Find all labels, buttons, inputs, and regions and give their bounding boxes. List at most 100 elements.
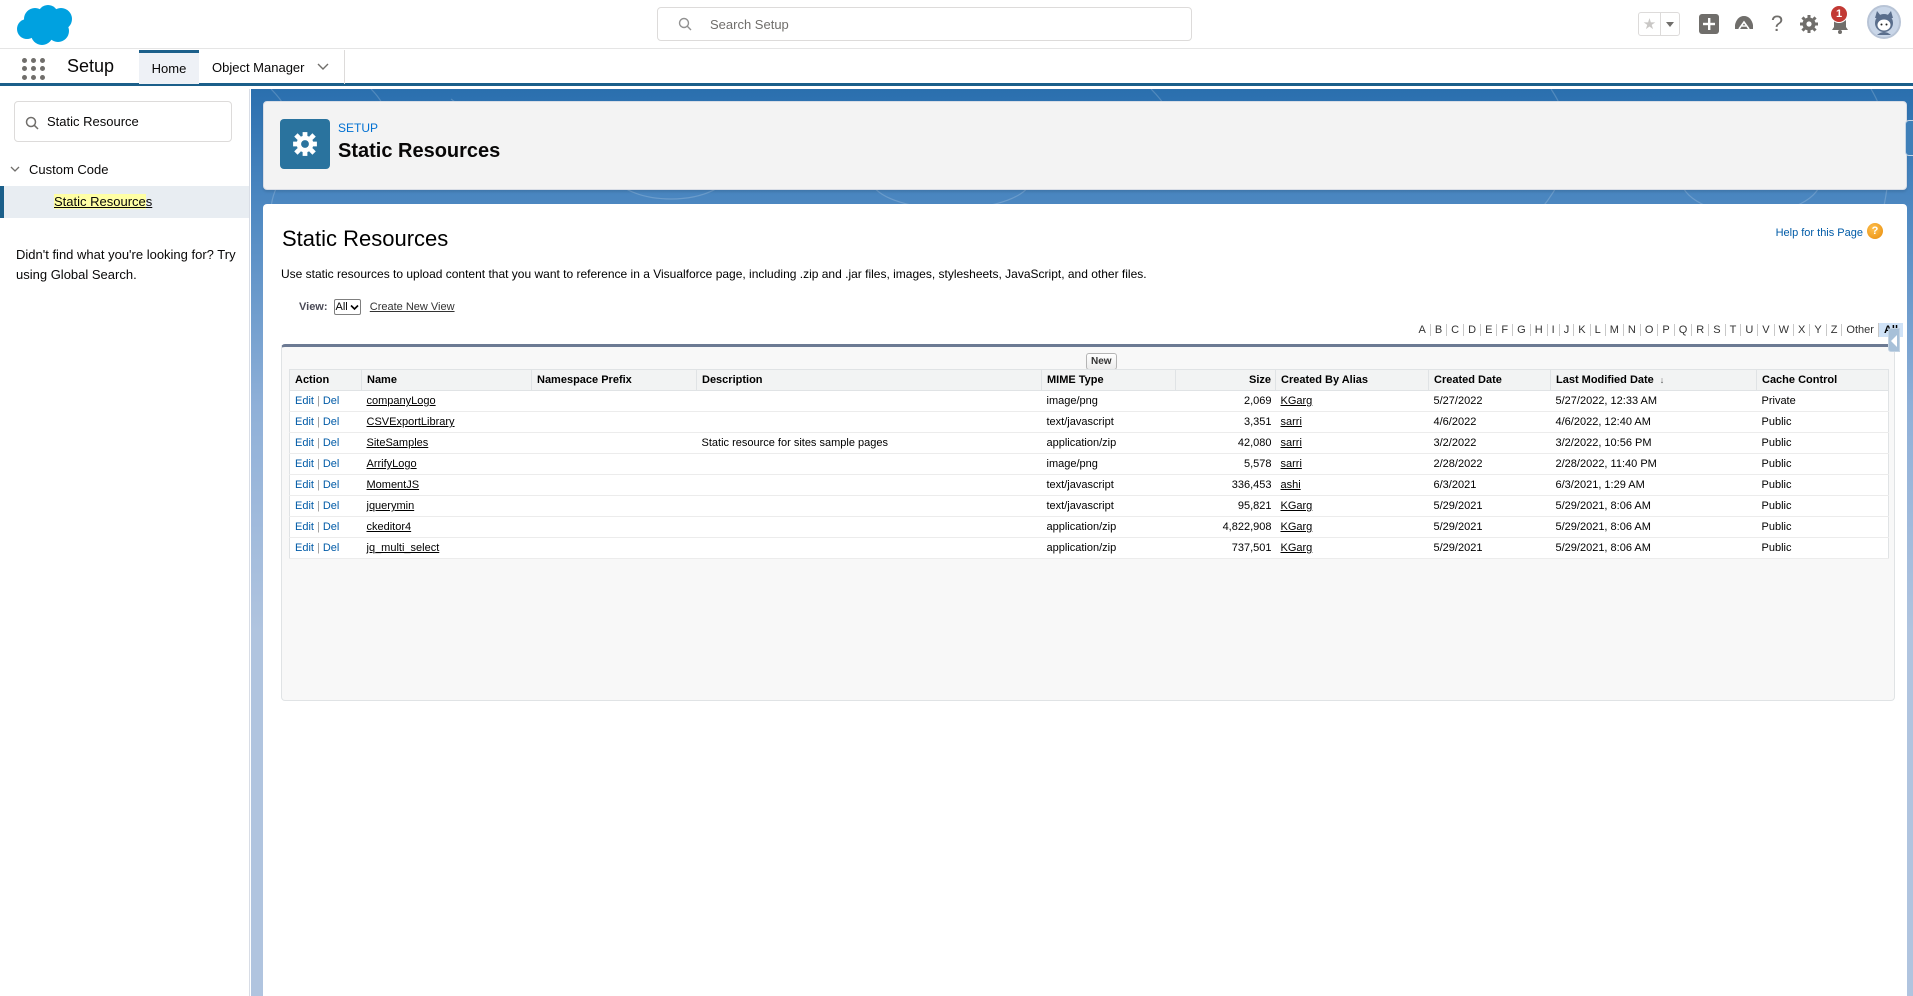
salesforce-logo[interactable] [15, 4, 75, 46]
col-mime-type[interactable]: MIME Type [1041, 369, 1176, 391]
resource-name-link[interactable]: jq_multi_select [367, 542, 440, 554]
trailhead-icon[interactable] [1732, 12, 1756, 36]
created-by-link[interactable]: KGarg [1281, 521, 1313, 533]
edit-link[interactable]: Edit [295, 458, 314, 470]
edit-link[interactable]: Edit [295, 479, 314, 491]
created-by-link[interactable]: sarri [1281, 458, 1302, 470]
alpha-filter-n[interactable]: N [1622, 324, 1640, 336]
del-link[interactable]: Del [323, 395, 340, 407]
del-link[interactable]: Del [323, 479, 340, 491]
created-by-link[interactable]: sarri [1281, 437, 1302, 449]
alpha-filter-c[interactable]: C [1446, 324, 1463, 336]
del-link[interactable]: Del [323, 500, 340, 512]
help-icon[interactable]: ? [1867, 223, 1883, 239]
alpha-filter-q[interactable]: Q [1673, 324, 1692, 336]
edit-link[interactable]: Edit [295, 500, 314, 512]
tab-home[interactable]: Home [139, 50, 199, 84]
chevron-down-icon[interactable] [317, 63, 329, 71]
alpha-filter-other[interactable]: Other [1841, 324, 1878, 336]
setup-gear-icon[interactable] [1797, 12, 1821, 36]
favorites-dropdown-icon[interactable] [1661, 13, 1679, 35]
view-select[interactable]: All [333, 299, 361, 315]
alpha-filter-s[interactable]: S [1708, 324, 1724, 336]
edit-link[interactable]: Edit [295, 542, 314, 554]
alpha-filter-r[interactable]: R [1691, 324, 1708, 336]
help-for-this-page-link[interactable]: Help for this Page [1776, 227, 1863, 239]
alpha-filter-t[interactable]: T [1724, 324, 1741, 336]
alpha-filter-x[interactable]: X [1793, 324, 1809, 336]
tree-item-static-resources-link[interactable]: Static Resources [54, 194, 152, 209]
col-cache-control[interactable]: Cache Control [1756, 369, 1889, 391]
edit-link[interactable]: Edit [295, 395, 314, 407]
alpha-filter-v[interactable]: V [1757, 324, 1773, 336]
created-by-link[interactable]: sarri [1281, 416, 1302, 428]
col-description[interactable]: Description [696, 369, 1042, 391]
create-new-view-link[interactable]: Create New View [370, 301, 455, 313]
tree-section-custom-code[interactable]: Custom Code [10, 162, 108, 177]
alpha-filter-y[interactable]: Y [1809, 324, 1825, 336]
global-search[interactable] [657, 7, 1192, 41]
namespace-cell [531, 537, 697, 559]
alpha-filter-b[interactable]: B [1429, 324, 1446, 336]
alpha-filter-h[interactable]: H [1529, 324, 1547, 336]
global-actions-add-icon[interactable] [1697, 12, 1721, 36]
alpha-filter-k[interactable]: K [1573, 324, 1589, 336]
quick-find[interactable] [14, 101, 232, 142]
col-size[interactable]: Size [1175, 369, 1276, 391]
col-name[interactable]: Name [361, 369, 532, 391]
col-namespace-prefix[interactable]: Namespace Prefix [531, 369, 697, 391]
edit-link[interactable]: Edit [295, 416, 314, 428]
side-panel-tab[interactable] [1905, 120, 1913, 156]
global-search-input[interactable] [710, 8, 1170, 40]
created-by-link[interactable]: KGarg [1281, 395, 1313, 407]
resource-name-link[interactable]: SiteSamples [367, 437, 429, 449]
created-by-link[interactable]: KGarg [1281, 542, 1313, 554]
app-launcher-icon[interactable] [22, 58, 46, 80]
alpha-filter-m[interactable]: M [1604, 324, 1623, 336]
created-by-link[interactable]: ashi [1281, 479, 1301, 491]
col-created-by-alias[interactable]: Created By Alias [1275, 369, 1429, 391]
resource-name-link[interactable]: ArrifyLogo [367, 458, 417, 470]
resource-name-link[interactable]: MomentJS [367, 479, 420, 491]
alpha-filter-u[interactable]: U [1740, 324, 1757, 336]
resource-name-link[interactable]: jquerymin [367, 500, 415, 512]
alpha-filter-j[interactable]: J [1558, 324, 1574, 336]
edit-link[interactable]: Edit [295, 437, 314, 449]
del-link[interactable]: Del [323, 416, 340, 428]
tab-object-manager[interactable]: Object Manager [200, 50, 345, 84]
edit-link[interactable]: Edit [295, 521, 314, 533]
collapse-panel-handle[interactable] [1888, 328, 1900, 352]
del-link[interactable]: Del [323, 521, 340, 533]
user-avatar[interactable] [1867, 5, 1901, 39]
col-last-modified-date[interactable]: Last Modified Date ↓ [1550, 369, 1757, 391]
created-by-link[interactable]: KGarg [1281, 500, 1313, 512]
alpha-filter-e[interactable]: E [1480, 324, 1496, 336]
alpha-filter-g[interactable]: G [1512, 324, 1530, 336]
alpha-filter-a[interactable]: A [1414, 324, 1429, 336]
del-link[interactable]: Del [323, 542, 340, 554]
favorites-star-icon[interactable]: ★ [1639, 13, 1661, 35]
help-icon[interactable]: ? [1765, 11, 1789, 36]
table-row: Edit | Del jquerymin text/javascript 95,821 KG… [289, 495, 1889, 517]
del-link[interactable]: Del [323, 437, 340, 449]
resource-name-link[interactable]: CSVExportLibrary [367, 416, 455, 428]
alpha-filter-i[interactable]: I [1546, 324, 1559, 336]
alpha-filter-p[interactable]: P [1657, 324, 1673, 336]
alpha-filter-f[interactable]: F [1496, 324, 1512, 336]
alpha-filter-o[interactable]: O [1639, 324, 1658, 336]
new-button[interactable]: New [1086, 353, 1117, 370]
breadcrumb-setup[interactable]: SETUP [338, 121, 378, 135]
alpha-filter-d[interactable]: D [1463, 324, 1480, 336]
action-separator: | [316, 542, 320, 554]
alpha-filter-z[interactable]: Z [1825, 324, 1842, 336]
description-cell [696, 516, 1042, 538]
chevron-down-icon[interactable] [10, 166, 20, 173]
del-link[interactable]: Del [323, 458, 340, 470]
col-created-date[interactable]: Created Date [1428, 369, 1551, 391]
resource-name-link[interactable]: ckeditor4 [367, 521, 412, 533]
resource-name-link[interactable]: companyLogo [367, 395, 436, 407]
alpha-filter-w[interactable]: W [1773, 324, 1793, 336]
namespace-cell [531, 495, 697, 517]
quick-find-input[interactable] [47, 102, 227, 141]
alpha-filter-l[interactable]: L [1589, 324, 1605, 336]
